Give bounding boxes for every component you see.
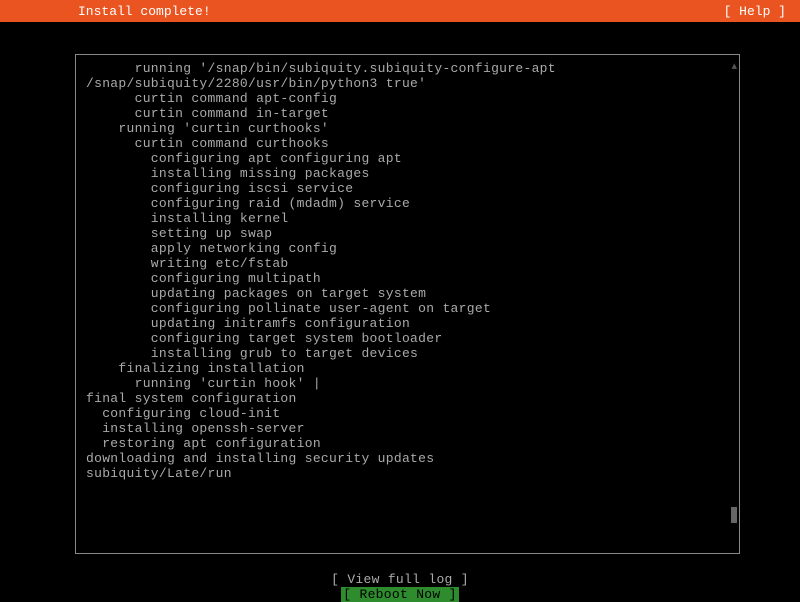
header-title: Install complete! [78,4,211,19]
help-button[interactable]: [ Help ] [724,4,786,19]
log-panel: ▴ running '/snap/bin/subiquity.subiquity… [75,54,740,554]
view-full-log-button[interactable]: [ View full log ] [331,572,469,587]
header-bar: Install complete! [ Help ] [0,0,800,22]
scroll-up-icon[interactable]: ▴ [731,59,737,73]
log-output: running '/snap/bin/subiquity.subiquity-c… [86,61,729,481]
scrollbar-thumb[interactable] [731,507,737,523]
action-row: [ View full log ] [ Reboot Now ] [0,572,800,602]
